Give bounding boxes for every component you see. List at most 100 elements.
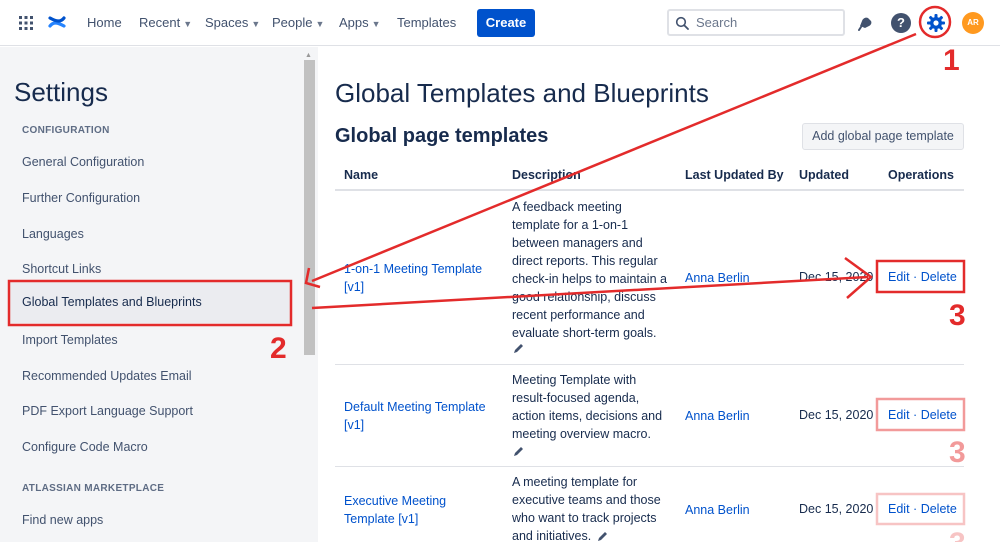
top-navigation: Home Recent ▼ Spaces ▼ People ▼ Apps ▼ Templ… (0, 0, 1000, 46)
delete-link[interactable]: Delete (921, 502, 957, 516)
column-header-description: Description (512, 168, 581, 182)
section-marketplace: ATLASSIAN MARKETPLACE (22, 483, 165, 494)
nav-recent-label: Recent (139, 15, 181, 30)
description-line: and initiatives. (512, 529, 592, 542)
edit-link[interactable]: Edit (888, 408, 910, 422)
nav-spaces[interactable]: Spaces ▼ (205, 15, 260, 30)
settings-sidebar: Settings CONFIGURATION General Configura… (0, 47, 302, 542)
search-icon (675, 16, 689, 30)
page-title: Global Templates and Blueprints (335, 78, 709, 108)
template-name-line: 1-on-1 Meeting Template (344, 262, 483, 276)
updated-date: Dec 15, 2020 (799, 408, 874, 422)
description-line: executive teams and those (512, 493, 661, 507)
annotation-step-3-faded: 3 (949, 436, 966, 469)
column-header-operations: Operations (888, 168, 954, 182)
column-header-last-updated-by: Last Updated By (685, 168, 784, 182)
nav-people-label: People (272, 15, 313, 30)
notifications-icon[interactable] (856, 14, 874, 32)
confluence-logo-icon[interactable] (48, 13, 66, 31)
delete-link[interactable]: Delete (921, 408, 957, 422)
operations-cell: Edit · Delete (888, 270, 957, 284)
description-line: A meeting template for (512, 475, 638, 489)
description-line: result-focused agenda, (512, 391, 640, 405)
scroll-up-arrow-icon[interactable]: ▲ (305, 52, 312, 59)
template-name-line: Executive Meeting (344, 494, 447, 508)
sidebar-item-shortcut-links[interactable]: Shortcut Links (22, 262, 101, 276)
sidebar-item-recommended-updates-email[interactable]: Recommended Updates Email (22, 369, 192, 383)
chevron-down-icon: ▼ (251, 19, 261, 29)
delete-link[interactable]: Delete (921, 270, 957, 284)
row-divider (335, 364, 964, 365)
edit-pencil-icon[interactable] (513, 342, 525, 354)
nav-recent[interactable]: Recent ▼ (139, 15, 192, 30)
chevron-down-icon: ▼ (183, 19, 193, 29)
updated-by-link[interactable]: Anna Berlin (685, 501, 750, 519)
description-line: A feedback meeting (512, 200, 622, 214)
description-line: recent performance and (512, 308, 645, 322)
edit-link[interactable]: Edit (888, 502, 910, 516)
description-line: good relationship, discuss (512, 290, 656, 304)
updated-by-link[interactable]: Anna Berlin (685, 269, 750, 287)
description-line: check-in helps to maintain a (512, 272, 667, 286)
annotation-step-1: 1 (943, 44, 960, 77)
help-icon[interactable]: ? (891, 13, 911, 33)
create-button[interactable]: Create (477, 9, 535, 37)
nav-apps[interactable]: Apps ▼ (339, 15, 381, 30)
sidebar-item-pdf-export-language[interactable]: PDF Export Language Support (22, 404, 193, 418)
section-title: Global page templates (335, 125, 549, 147)
template-name-line: [v1] (344, 418, 365, 432)
search-placeholder: Search (696, 15, 738, 30)
sidebar-item-languages[interactable]: Languages (22, 227, 84, 241)
column-header-updated: Updated (799, 168, 849, 182)
add-global-template-button[interactable]: Add global page template (802, 123, 964, 150)
sidebar-item-import-templates[interactable]: Import Templates (22, 333, 118, 347)
chevron-down-icon: ▼ (315, 19, 325, 29)
sidebar-title: Settings (14, 77, 108, 107)
edit-pencil-icon[interactable] (513, 445, 525, 457)
template-name-line: Default Meeting Template (344, 400, 486, 414)
description-line: meeting overview macro. (512, 427, 651, 441)
description-line: template for a 1-on-1 (512, 218, 629, 232)
chevron-down-icon: ▼ (371, 19, 381, 29)
nav-templates[interactable]: Templates (397, 15, 456, 30)
avatar[interactable]: AR (962, 12, 984, 34)
updated-by-link[interactable]: Anna Berlin (685, 407, 750, 425)
template-description: A feedback meeting template for a 1-on-1… (512, 198, 678, 342)
ops-separator: · (913, 502, 918, 516)
operations-cell: Edit · Delete (888, 502, 957, 516)
sidebar-item-configure-code-macro[interactable]: Configure Code Macro (22, 440, 148, 454)
nav-home[interactable]: Home (87, 15, 122, 30)
template-name-line: Template [v1] (344, 512, 419, 526)
template-name-line: [v1] (344, 280, 365, 294)
table-header-divider (335, 189, 964, 191)
nav-spaces-label: Spaces (205, 15, 249, 30)
nav-people[interactable]: People ▼ (272, 15, 324, 30)
template-name-link[interactable]: 1-on-1 Meeting Template [v1] (344, 260, 482, 296)
section-configuration: CONFIGURATION (22, 125, 110, 136)
settings-gear-icon[interactable] (925, 12, 947, 34)
description-line: between managers and (512, 236, 643, 250)
description-line: direct reports. This regular (512, 254, 658, 268)
scrollbar-thumb[interactable] (304, 60, 315, 355)
ops-separator: · (913, 270, 918, 284)
sidebar-item-general-configuration[interactable]: General Configuration (22, 155, 144, 169)
description-line: action items, decisions and (512, 409, 663, 423)
search-input[interactable]: Search (667, 9, 845, 36)
operations-cell: Edit · Delete (888, 408, 957, 422)
column-header-name: Name (344, 168, 379, 182)
description-line: evaluate short-term goals. (512, 326, 657, 340)
template-description: A meeting template for executive teams a… (512, 473, 678, 542)
sidebar-item-global-templates[interactable]: Global Templates and Blueprints (10, 281, 290, 323)
edit-pencil-icon[interactable] (597, 530, 609, 542)
template-name-link[interactable]: Executive Meeting Template [v1] (344, 492, 446, 528)
template-description: Meeting Template with result-focused age… (512, 371, 678, 443)
updated-date: Dec 15, 2020 (799, 502, 874, 516)
updated-date: Dec 15, 2020 (799, 270, 874, 284)
row-divider (335, 466, 964, 467)
sidebar-item-further-configuration[interactable]: Further Configuration (22, 191, 140, 205)
sidebar-item-label: Global Templates and Blueprints (22, 295, 202, 309)
template-name-link[interactable]: Default Meeting Template [v1] (344, 398, 486, 434)
sidebar-item-find-new-apps[interactable]: Find new apps (22, 513, 103, 527)
edit-link[interactable]: Edit (888, 270, 910, 284)
app-switcher-icon[interactable] (19, 16, 33, 30)
